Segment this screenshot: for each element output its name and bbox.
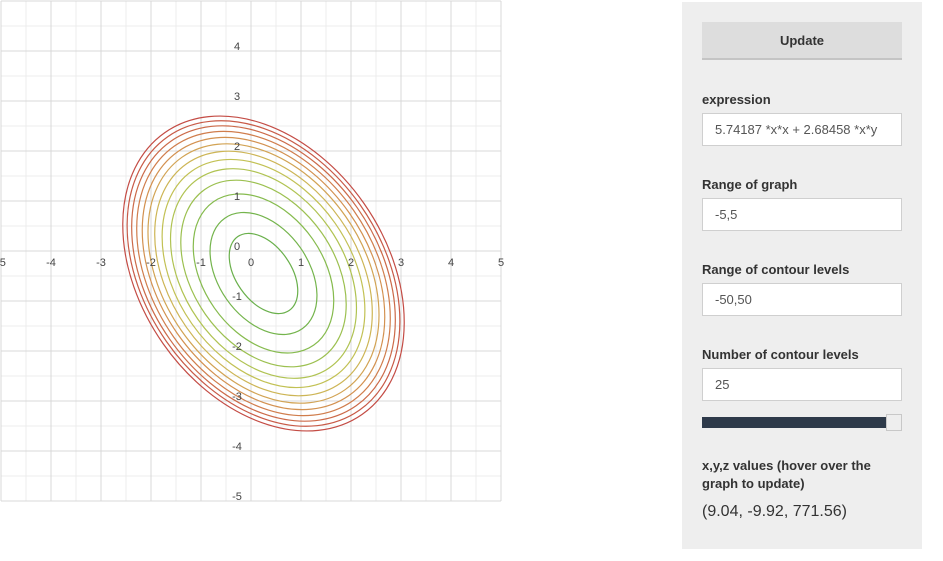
x-tick-label: 0: [248, 257, 254, 269]
y-tick-label: -5: [232, 491, 242, 503]
contour-line: [126, 120, 401, 427]
x-tick-label: -5: [0, 257, 6, 269]
contour-plot[interactable]: -5 -4 -3 -2 -1 0 1 2 3 4 5 -5 -4 -3 -2 -1 0 1 2 3 4: [0, 0, 505, 505]
slider-handle[interactable]: [886, 414, 902, 431]
x-tick-label: -4: [46, 257, 56, 269]
expression-label: expression: [702, 92, 771, 107]
contour-line: [131, 125, 396, 422]
x-tick-label: 4: [448, 257, 454, 269]
control-panel: Update expression Range of graph Range o…: [682, 2, 922, 549]
y-tick-label: -4: [232, 441, 242, 453]
contour-line: [154, 150, 373, 397]
y-tick-label: -3: [232, 391, 242, 403]
expression-input[interactable]: [702, 113, 902, 146]
y-tick-label: -2: [232, 341, 242, 353]
x-tick-label: 5: [498, 257, 504, 269]
y-tick-label: -1: [232, 291, 242, 303]
y-tick-label: 3: [234, 91, 240, 103]
contour-line: [169, 168, 358, 379]
x-tick-label: 1: [298, 257, 304, 269]
y-tick-label: 2: [234, 141, 240, 153]
x-tick-label: 3: [398, 257, 404, 269]
number-of-contour-levels-input[interactable]: [702, 368, 902, 401]
x-tick-label: -1: [196, 257, 206, 269]
x-tick-label: 2: [348, 257, 354, 269]
xyz-values-label: x,y,z values (hover over the graph to up…: [702, 458, 871, 491]
contour-line: [161, 158, 366, 389]
contour-levels-slider[interactable]: [702, 414, 910, 431]
update-button[interactable]: Update: [702, 22, 902, 60]
contour-line: [209, 211, 318, 336]
x-tick-label: -3: [96, 257, 106, 269]
range-of-contour-levels-label: Range of contour levels: [702, 262, 850, 277]
y-tick-label: 0: [234, 241, 240, 253]
range-of-graph-input[interactable]: [702, 198, 902, 231]
range-of-graph-label: Range of graph: [702, 177, 798, 192]
x-tick-label: -2: [146, 257, 156, 269]
y-tick-label: 1: [234, 191, 240, 203]
y-tick-labels: -5 -4 -3 -2 -1 0 1 2 3 4: [232, 41, 242, 503]
y-tick-label: 4: [234, 41, 240, 53]
number-of-contour-levels-label: Number of contour levels: [702, 347, 859, 362]
xyz-values-readout: (9.04, -9.92, 771.56): [702, 503, 847, 520]
range-of-contour-levels-input[interactable]: [702, 283, 902, 316]
slider-fill: [702, 417, 888, 428]
contour-line: [228, 232, 299, 315]
